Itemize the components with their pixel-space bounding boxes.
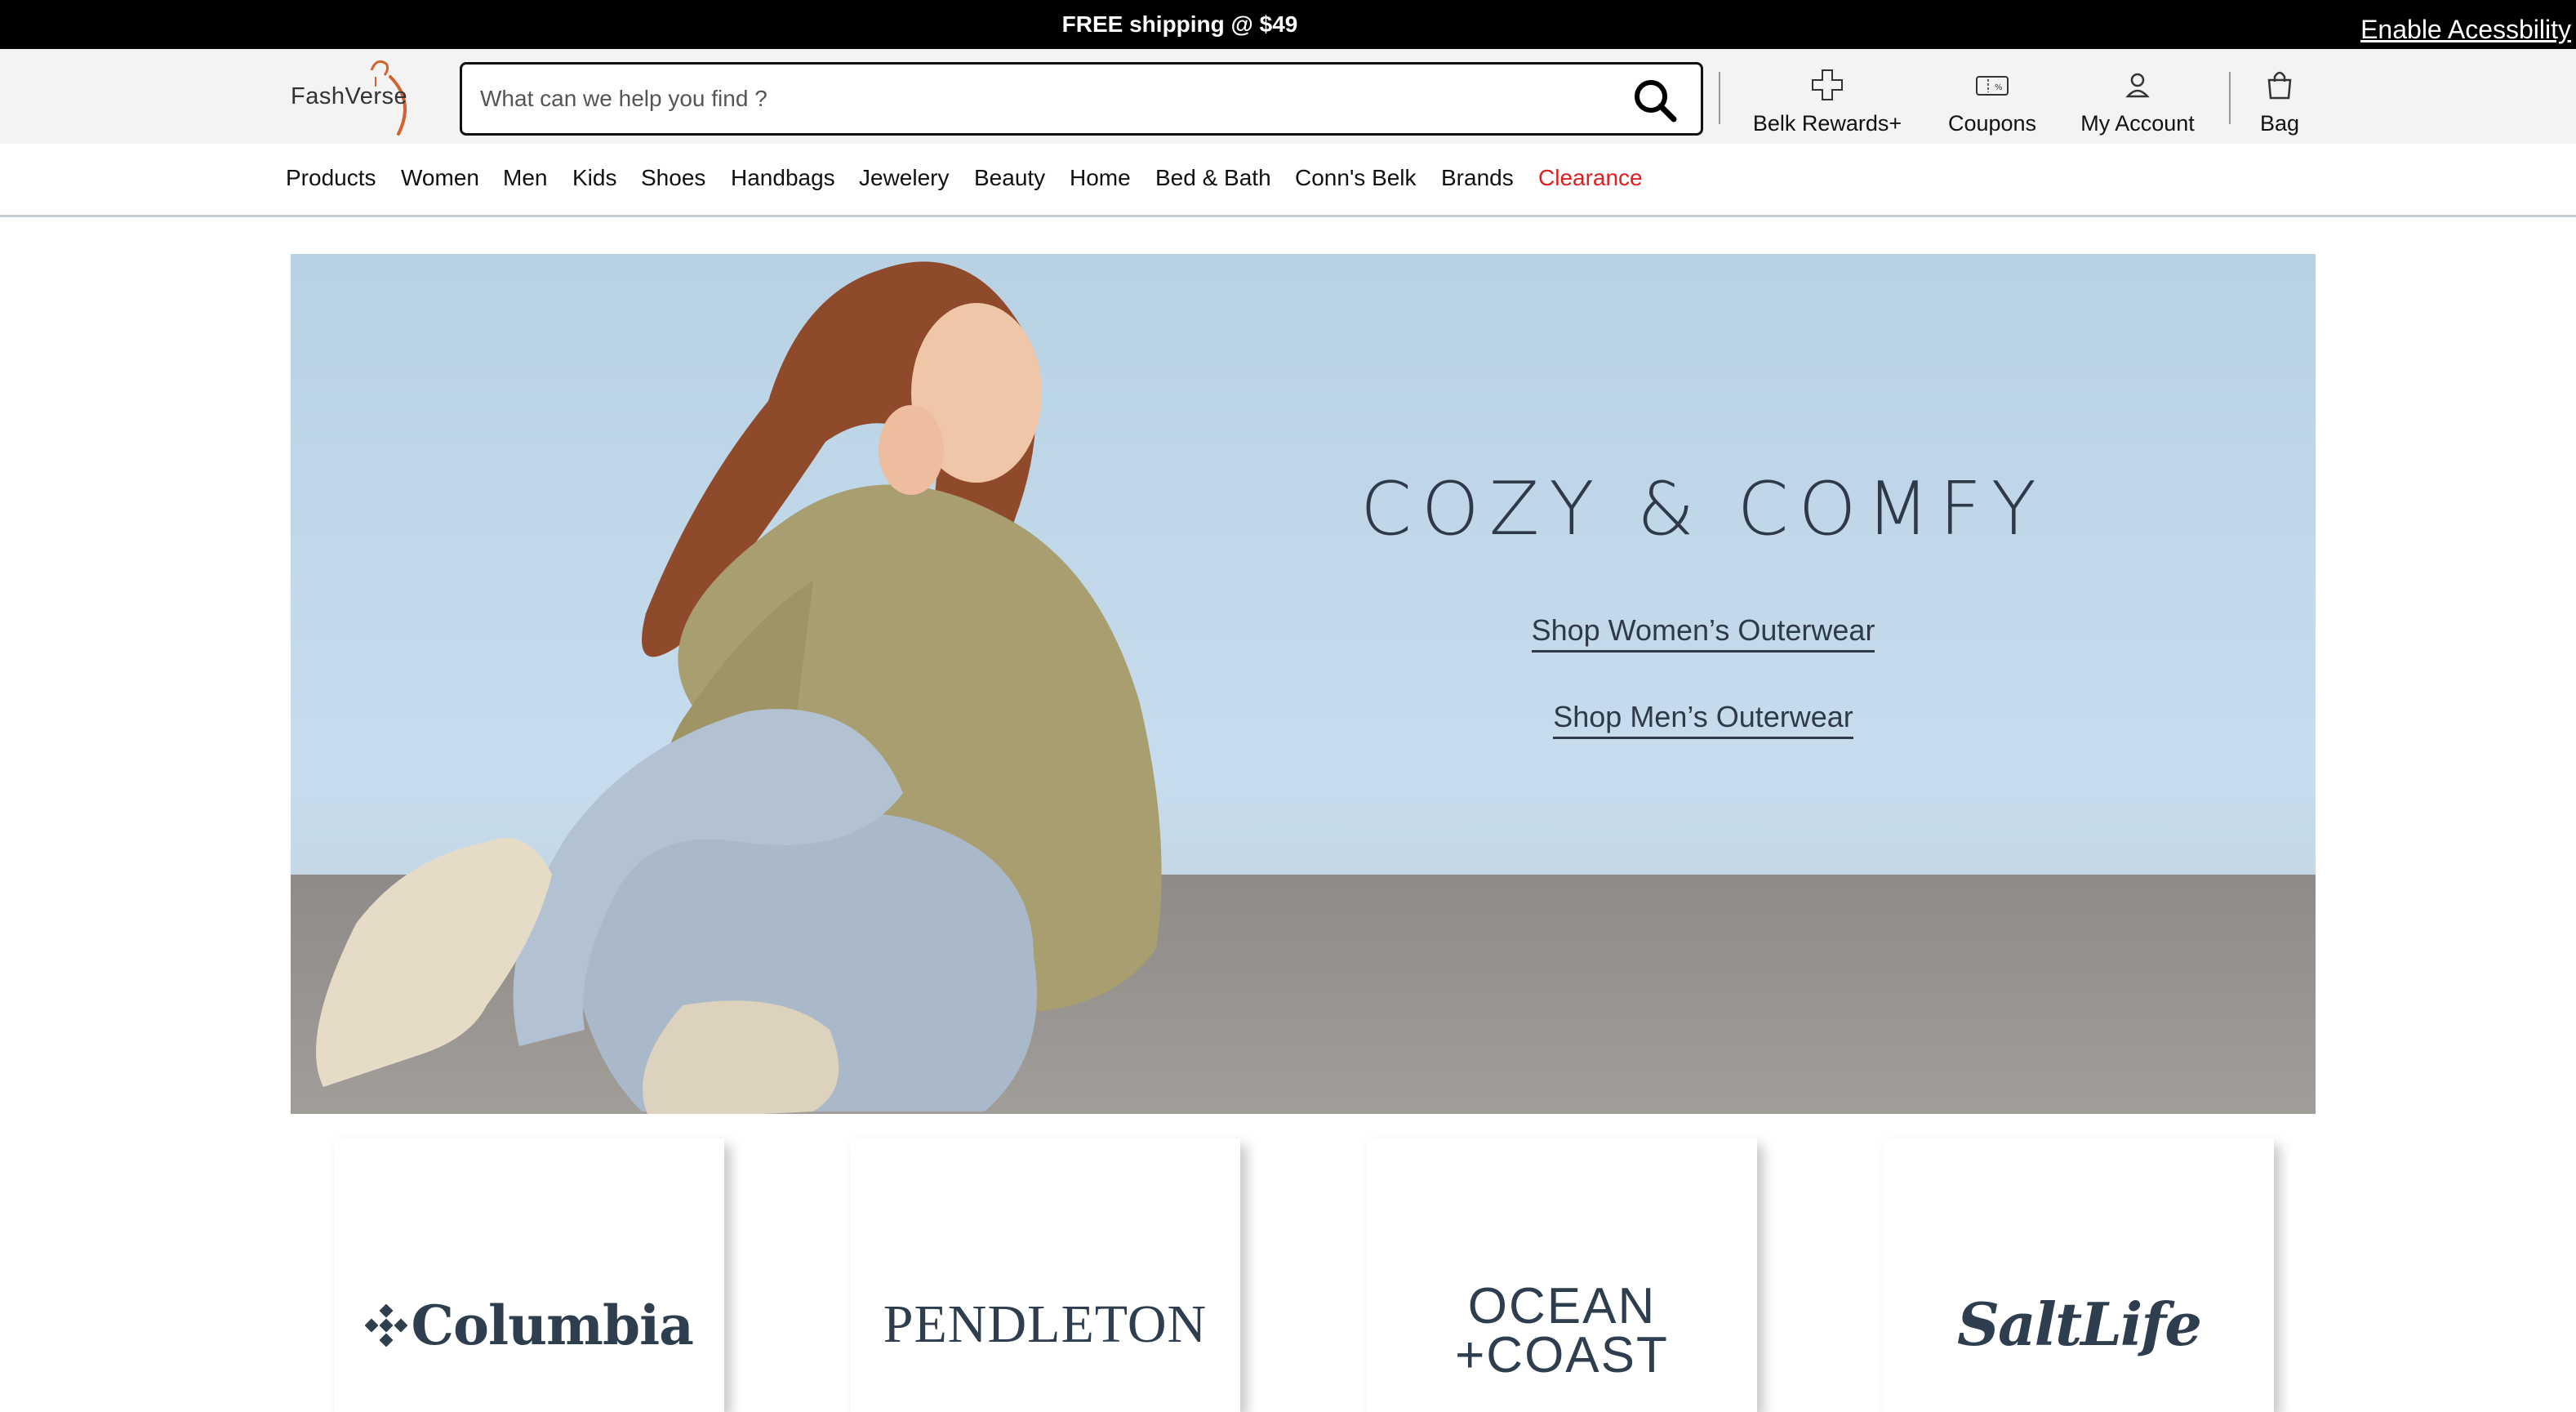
shop-womens-outerwear-link[interactable]: Shop Women’s Outerwear: [1352, 613, 2054, 653]
free-shipping-banner: FREE shipping @ $49: [1061, 11, 1298, 37]
my-account-label: My Account: [2080, 111, 2195, 136]
shop-mens-outerwear-label: Shop Men’s Outerwear: [1553, 700, 1853, 739]
svg-text:%: %: [1995, 83, 2003, 92]
rewards-label: Belk Rewards+: [1752, 111, 1902, 136]
my-account-button[interactable]: My Account: [2072, 69, 2203, 136]
shop-mens-outerwear-link[interactable]: Shop Men’s Outerwear: [1352, 700, 2054, 739]
site-header: FashVerse Belk Rewards+ % Coupons My A: [0, 49, 2576, 144]
nav-item-men[interactable]: Men: [503, 165, 547, 191]
columbia-wordmark: Columbia: [411, 1294, 694, 1357]
header-divider: [1719, 72, 1720, 124]
coupons-button[interactable]: % Coupons: [1935, 69, 2049, 136]
enable-accessibility-link[interactable]: Enable Acessbility: [2360, 15, 2571, 45]
ocean-wordmark: OCEAN: [1467, 1278, 1657, 1334]
hero-title: COZY & COMFY: [1360, 466, 2046, 552]
bag-label: Bag: [2259, 111, 2300, 136]
search-button[interactable]: [1631, 76, 1680, 125]
nav-item-clearance[interactable]: Clearance: [1538, 165, 1643, 191]
logo-text: FashVerse: [291, 83, 408, 109]
category-nav: Products Women Men Kids Shoes Handbags J…: [0, 144, 2576, 217]
nav-item-kids[interactable]: Kids: [572, 165, 616, 191]
nav-item-brands[interactable]: Brands: [1441, 165, 1514, 191]
bag-button[interactable]: Bag: [2247, 69, 2312, 136]
hero-banner[interactable]: COZY & COMFY Shop Women’s Outerwear Shop…: [291, 254, 2316, 1114]
user-icon: [2125, 73, 2150, 98]
columbia-diamond-icon: [365, 1304, 408, 1347]
coast-wordmark: +COAST: [1455, 1327, 1669, 1383]
search-bar: [460, 62, 1703, 136]
nav-item-shoes[interactable]: Shoes: [641, 165, 705, 191]
nav-item-conns-belk[interactable]: Conn's Belk: [1295, 165, 1417, 191]
hero-model-image: [316, 261, 1162, 1114]
coupons-label: Coupons: [1947, 111, 2037, 136]
shop-womens-outerwear-label: Shop Women’s Outerwear: [1531, 613, 1875, 653]
coupon-icon: %: [1976, 76, 2009, 96]
search-icon: [1635, 80, 1677, 122]
ocean-coast-logo: OCEAN +COAST: [1367, 1278, 1757, 1383]
shopping-bag-icon: [2267, 71, 2292, 100]
brand-card-ocean-coast[interactable]: OCEAN +COAST: [1367, 1138, 1757, 1412]
rewards-plus-icon: [1812, 69, 1843, 100]
promo-bar: FREE shipping @ $49 Enable Acessbility: [0, 0, 2576, 49]
nav-item-women[interactable]: Women: [401, 165, 479, 191]
nav-item-handbags[interactable]: Handbags: [731, 165, 835, 191]
brand-card-saltlife[interactable]: SaltLife: [1884, 1138, 2274, 1412]
header-divider: [2229, 72, 2231, 124]
nav-item-bed-bath[interactable]: Bed & Bath: [1155, 165, 1271, 191]
columbia-logo: Columbia: [334, 1294, 724, 1357]
brand-card-columbia[interactable]: Columbia: [334, 1138, 724, 1412]
search-input[interactable]: [480, 65, 1607, 133]
pendleton-wordmark: PENDLETON: [883, 1294, 1208, 1354]
saltlife-wordmark: SaltLife: [1956, 1290, 2202, 1359]
nav-item-products[interactable]: Products: [286, 165, 376, 191]
brand-card-pendleton[interactable]: PENDLETON: [850, 1138, 1240, 1412]
nav-item-home[interactable]: Home: [1070, 165, 1131, 191]
rewards-button[interactable]: Belk Rewards+: [1746, 69, 1909, 136]
nav-item-jewelery[interactable]: Jewelery: [859, 165, 949, 191]
fashverse-logo[interactable]: FashVerse: [286, 52, 416, 140]
nav-item-beauty[interactable]: Beauty: [974, 165, 1045, 191]
